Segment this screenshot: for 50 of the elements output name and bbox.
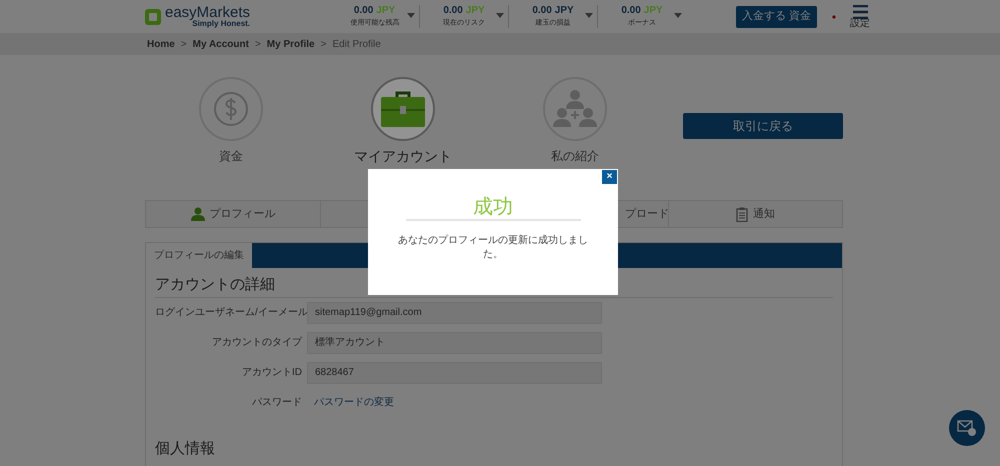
deposit-button[interactable]: 入金する 資金	[736, 6, 818, 28]
change-password-link[interactable]: パスワードの変更	[307, 395, 401, 410]
caret-icon[interactable]	[674, 13, 682, 18]
profile-tab[interactable]: プロフィール	[146, 201, 320, 227]
caret-icon[interactable]	[585, 13, 593, 18]
stat-currency: JPY	[554, 5, 574, 18]
section-label[interactable]: 資金	[219, 147, 243, 165]
profile-tab[interactable]: 通知	[668, 201, 842, 227]
field-label: パスワード	[251, 396, 303, 410]
chat-button[interactable]	[949, 410, 985, 446]
close-button[interactable]: ×	[602, 170, 617, 184]
people-icon	[553, 89, 597, 129]
section-label[interactable]: マイアカウント	[354, 147, 452, 165]
flag-icon[interactable]	[830, 14, 838, 20]
section-heading: 個人情報	[155, 440, 216, 458]
logo-tagline: Simply Honest.	[192, 20, 250, 28]
menu-icon[interactable]	[852, 4, 868, 18]
stat-value: 0.00	[354, 5, 374, 18]
breadcrumb-link[interactable]: My Profile	[266, 36, 315, 52]
stat-currency: JPY	[466, 5, 485, 18]
logo-icon	[145, 8, 161, 24]
breadcrumb-separator: >	[320, 38, 326, 52]
stat-currency: JPY	[644, 5, 663, 18]
menu-label: 設定	[850, 18, 870, 28]
clipboard-icon	[736, 206, 748, 222]
dialog-title: 成功	[406, 195, 580, 221]
panel-tab[interactable]: プロフィールの編集	[146, 243, 252, 268]
caret-icon[interactable]	[407, 13, 415, 18]
field-label: アカウントID	[241, 366, 303, 380]
breadcrumb-separator: >	[180, 38, 187, 52]
dialog-message: あなたのプロフィールの更新に成功しました。	[398, 234, 588, 262]
stat-value: 0.00	[621, 5, 641, 18]
stat-currency: JPY	[376, 5, 396, 18]
input-field[interactable]: 標準アカウント	[307, 332, 602, 354]
briefcase-icon	[379, 89, 427, 129]
stat-value: 0.00	[532, 5, 552, 18]
breadcrumb-link[interactable]: Home	[147, 36, 175, 52]
back-to-trading-button[interactable]: 取引に戻る	[683, 113, 843, 139]
breadcrumb-link[interactable]: My Account	[192, 36, 249, 52]
dollar-icon	[213, 91, 249, 127]
input-field[interactable]: sitemap119@gmail.com	[307, 302, 602, 324]
stat-value: 0.00	[443, 5, 463, 18]
field-label: アカウントのタイプ	[211, 336, 304, 350]
input-field[interactable]: 6828467	[307, 362, 602, 384]
mail-icon	[957, 420, 977, 436]
section-label[interactable]: 私の紹介	[551, 147, 599, 165]
breadcrumb-separator: >	[254, 38, 261, 52]
person-icon	[190, 207, 204, 221]
logo-text: easyMarkets	[165, 5, 250, 20]
caret-icon[interactable]	[496, 13, 504, 18]
